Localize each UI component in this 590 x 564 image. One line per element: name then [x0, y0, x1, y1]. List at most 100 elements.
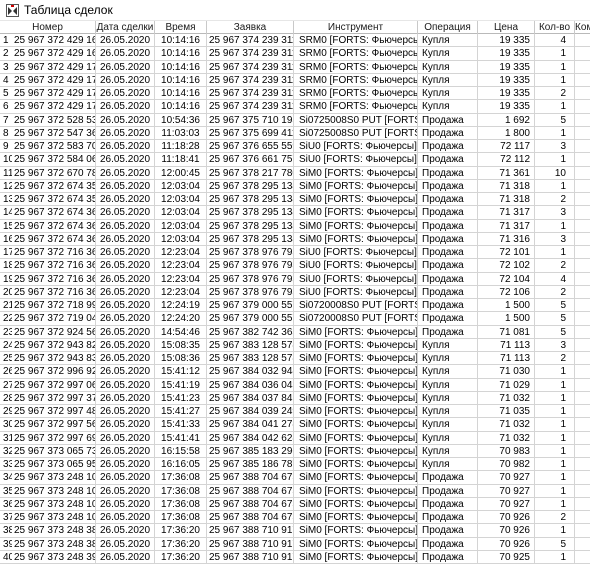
operation-cell: Купля: [418, 47, 478, 61]
order-number-cell: 25 967 388 710 917: [207, 537, 294, 551]
table-row[interactable]: 1025 967 372 584 06926.05.202011:18:4125…: [0, 153, 590, 167]
table-row[interactable]: 3325 967 373 065 95226.05.202016:16:0525…: [0, 458, 590, 472]
trade-time-cell: 12:03:04: [155, 232, 207, 246]
comment-cell: [575, 392, 590, 405]
trade-date-cell: 26.05.2020: [96, 405, 155, 419]
table-row[interactable]: 3525 967 373 248 10526.05.202017:36:0825…: [0, 484, 590, 498]
row-index-cell: 37: [0, 511, 12, 525]
table-row[interactable]: 4025 967 373 248 39026.05.202017:36:2025…: [0, 550, 590, 564]
trade-number-cell: 25 967 373 248 106: [12, 497, 96, 511]
trade-time-cell: 17:36:20: [155, 537, 207, 551]
table-row[interactable]: 1325 967 372 674 35926.05.202012:03:0425…: [0, 193, 590, 207]
table-row[interactable]: 3 25 967 372 429 170 26.05.2020 10:14:16 25 …: [0, 60, 590, 74]
order-number-cell: 25 967 383 128 578: [207, 338, 294, 352]
column-header-comment[interactable]: Комм: [575, 21, 590, 34]
trade-date-cell: 26.05.2020: [96, 246, 155, 260]
table-row[interactable]: 2325 967 372 924 56826.05.202014:54:4625…: [0, 325, 590, 339]
row-index-cell: 2: [0, 47, 12, 61]
quantity-cell: 2: [535, 193, 575, 207]
table-row[interactable]: 2025 967 372 716 36426.05.202012:23:0425…: [0, 285, 590, 299]
instrument-cell: SiM0 [FORTS: Фьючерсы]: [294, 458, 418, 472]
instrument-cell: SiM0 [FORTS: Фьючерсы]: [294, 365, 418, 379]
row-index-cell: 8: [0, 127, 12, 140]
quantity-cell: 1: [535, 219, 575, 233]
comment-cell: [575, 524, 590, 538]
comment-cell: [575, 299, 590, 313]
operation-cell: Купля: [418, 391, 478, 405]
table-row[interactable]: 2825 967 372 997 37426.05.202015:41:2325…: [0, 391, 590, 405]
table-row[interactable]: 6 25 967 372 429 173 26.05.2020 10:14:16 25 …: [0, 100, 590, 114]
column-header-instrument[interactable]: Инструмент: [294, 21, 418, 34]
table-row[interactable]: 1525 967 372 674 36126.05.202012:03:0425…: [0, 219, 590, 233]
column-header-price[interactable]: Цена: [478, 21, 535, 34]
table-row[interactable]: 3925 967 373 248 38926.05.202017:36:2025…: [0, 537, 590, 551]
order-number-cell: 25 967 374 239 311: [207, 100, 294, 114]
trade-time-cell: 12:03:04: [155, 206, 207, 220]
comment-cell: [575, 259, 590, 273]
table-row[interactable]: 7 25 967 372 528 532 26.05.2020 10:54:36 25 …: [0, 113, 590, 127]
order-number-cell: 25 967 388 710 917: [207, 550, 294, 564]
quantity-cell: 1: [535, 391, 575, 405]
table-row[interactable]: 1425 967 372 674 36026.05.202012:03:0425…: [0, 206, 590, 220]
operation-cell: Купля: [418, 378, 478, 392]
trade-time-cell: 17:36:08: [155, 497, 207, 511]
table-row[interactable]: 3125 967 372 997 69726.05.202015:41:4125…: [0, 431, 590, 445]
table-row[interactable]: 2425 967 372 943 82926.05.202015:08:3525…: [0, 338, 590, 352]
order-number-cell: 25 967 378 976 793: [207, 285, 294, 299]
quantity-cell: 2: [535, 511, 575, 525]
trade-date-cell: 26.05.2020: [96, 166, 155, 180]
instrument-cell: Si0720008S0 PUT [FORTS: Опци: [294, 299, 418, 313]
table-row[interactable]: 2225 967 372 719 04726.05.202012:24:2025…: [0, 312, 590, 326]
trade-time-cell: 12:00:45: [155, 166, 207, 180]
price-cell: 1 800: [478, 126, 535, 140]
row-index-cell: 15: [0, 220, 12, 233]
column-header-time[interactable]: Время: [155, 21, 207, 34]
column-header-operation[interactable]: Операция: [418, 21, 478, 34]
table-row[interactable]: 1925 967 372 716 36326.05.202012:23:0425…: [0, 272, 590, 286]
column-header-date[interactable]: Дата сделки: [96, 21, 155, 34]
trade-date-cell: 26.05.2020: [96, 471, 155, 485]
table-row[interactable]: 1825 967 372 716 36226.05.202012:23:0425…: [0, 259, 590, 273]
table-row[interactable]: 2625 967 372 996 92826.05.202015:41:1225…: [0, 365, 590, 379]
table-row[interactable]: 9 25 967 372 583 709 26.05.2020 11:18:28 25 …: [0, 140, 590, 154]
table-row[interactable]: 8 25 967 372 547 369 26.05.2020 11:03:03 25 …: [0, 126, 590, 140]
row-index-cell: 19: [0, 273, 12, 286]
column-header-order[interactable]: Заявка: [207, 21, 294, 34]
table-row[interactable]: 1625 967 372 674 36226.05.202012:03:0425…: [0, 232, 590, 246]
operation-cell: Продажа: [418, 471, 478, 485]
title-bar[interactable]: Таблица сделок: [0, 0, 590, 21]
table-row[interactable]: 3025 967 372 997 56026.05.202015:41:3325…: [0, 418, 590, 432]
instrument-cell: SiM0 [FORTS: Фьючерсы]: [294, 511, 418, 525]
trade-number-cell: 25 967 373 248 388: [12, 524, 96, 538]
row-index-cell: 30: [0, 418, 12, 432]
comment-cell: [575, 551, 590, 564]
table-row[interactable]: 1225 967 372 674 35826.05.202012:03:0425…: [0, 179, 590, 193]
table-row[interactable]: 4 25 967 372 429 171 26.05.2020 10:14:16 25 …: [0, 73, 590, 87]
column-header-qty[interactable]: Кол-во: [535, 21, 575, 34]
table-row[interactable]: 1725 967 372 716 36126.05.202012:23:0425…: [0, 246, 590, 260]
table-row[interactable]: 1125 967 372 670 78626.05.202012:00:4525…: [0, 166, 590, 180]
trade-date-cell: 26.05.2020: [96, 34, 155, 48]
table-row[interactable]: 2725 967 372 997 06826.05.202015:41:1925…: [0, 378, 590, 392]
table-row[interactable]: 3625 967 373 248 10626.05.202017:36:0825…: [0, 497, 590, 511]
trade-number-cell: 25 967 373 248 104: [12, 471, 96, 485]
trade-time-cell: 12:03:04: [155, 193, 207, 207]
table-row[interactable]: 5 25 967 372 429 172 26.05.2020 10:14:16 25 …: [0, 87, 590, 101]
table-row[interactable]: 3725 967 373 248 10726.05.202017:36:0825…: [0, 511, 590, 525]
table-row[interactable]: 3825 967 373 248 38826.05.202017:36:2025…: [0, 524, 590, 538]
table-row[interactable]: 3425 967 373 248 10426.05.202017:36:0825…: [0, 471, 590, 485]
table-row[interactable]: 2125 967 372 718 99926.05.202012:24:1925…: [0, 299, 590, 313]
row-index-cell: 22: [0, 312, 12, 326]
table-row[interactable]: 3225 967 373 065 73426.05.202016:15:5825…: [0, 444, 590, 458]
table-row[interactable]: 2525 967 372 943 83726.05.202015:08:3625…: [0, 352, 590, 366]
table-row[interactable]: 2925 967 372 997 48226.05.202015:41:2725…: [0, 405, 590, 419]
column-header-number[interactable]: Номер: [0, 21, 96, 34]
price-cell: 19 335: [478, 73, 535, 87]
quantity-cell: 1: [535, 47, 575, 61]
table-row[interactable]: 1 25 967 372 429 168 26.05.2020 10:14:16 25 …: [0, 34, 590, 48]
instrument-cell: SiM0 [FORTS: Фьючерсы]: [294, 497, 418, 511]
order-number-cell: 25 967 378 217 780: [207, 166, 294, 180]
row-index-cell: 40: [0, 551, 12, 564]
table-row[interactable]: 2 25 967 372 429 169 26.05.2020 10:14:16 25 …: [0, 47, 590, 61]
operation-cell: Купля: [418, 431, 478, 445]
